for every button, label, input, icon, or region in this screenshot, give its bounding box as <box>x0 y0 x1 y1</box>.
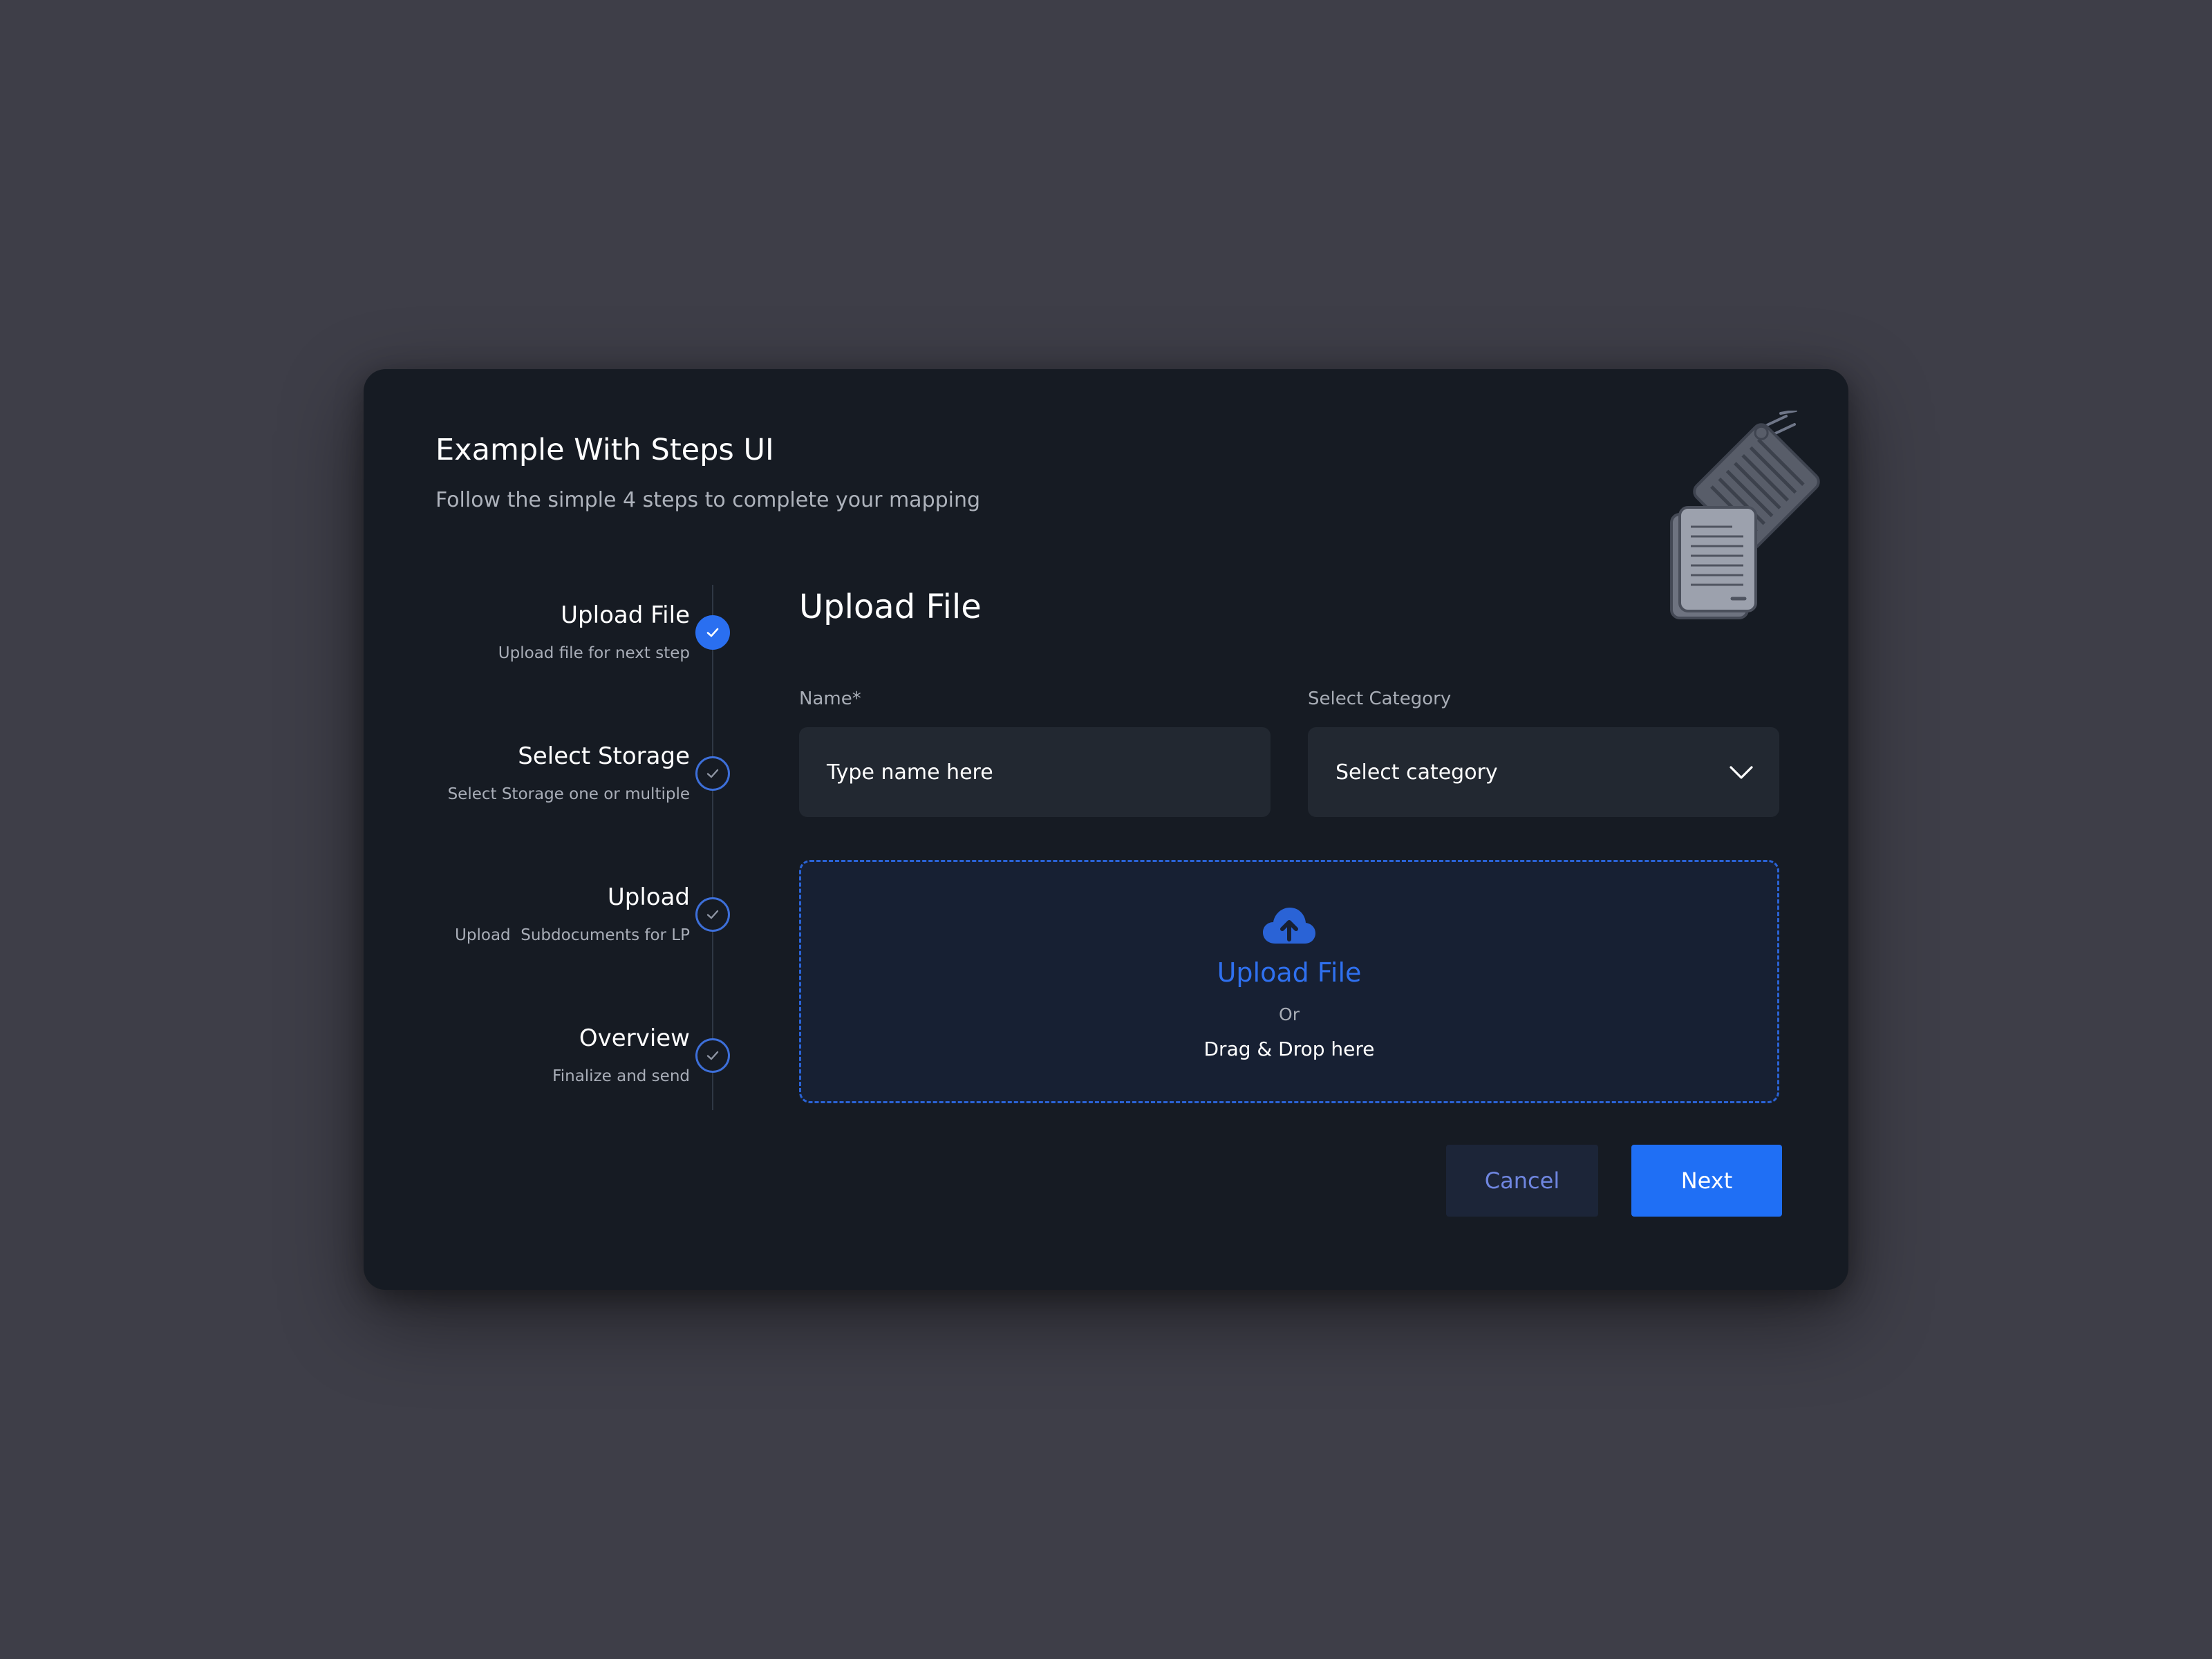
step-check-icon <box>695 1038 730 1073</box>
name-input[interactable]: Type name here <box>799 727 1271 817</box>
step-description: Upload file for next step <box>498 644 690 662</box>
step-title: Select Storage <box>518 742 690 770</box>
section-title: Upload File <box>799 588 982 626</box>
step-overview[interactable]: Overview Finalize and send <box>364 1024 751 1121</box>
steps-modal: Example With Steps UI Follow the simple … <box>364 369 1848 1290</box>
cloud-upload-icon <box>1263 908 1315 944</box>
dropzone-hint: Drag & Drop here <box>1203 1038 1375 1060</box>
step-title: Overview <box>579 1024 690 1052</box>
category-select[interactable]: Select category <box>1308 727 1779 817</box>
chevron-down-icon <box>1730 766 1753 779</box>
cancel-button[interactable]: Cancel <box>1446 1145 1598 1217</box>
documents-illustration <box>1670 411 1820 619</box>
step-title: Upload File <box>561 601 690 629</box>
step-select-storage[interactable]: Select Storage Select Storage one or mul… <box>364 742 751 839</box>
step-description: Select Storage one or multiple <box>447 785 690 803</box>
step-upload-file[interactable]: Upload File Upload file for next step <box>364 601 751 698</box>
modal-title: Example With Steps UI <box>435 433 774 467</box>
step-check-icon <box>695 615 730 650</box>
name-field-label: Name* <box>799 688 861 709</box>
dropzone-upload-label[interactable]: Upload File <box>801 957 1777 988</box>
step-check-icon <box>695 897 730 932</box>
modal-subtitle: Follow the simple 4 steps to complete yo… <box>435 488 981 512</box>
step-check-icon <box>695 756 730 791</box>
step-description: Upload Subdocuments for LP <box>455 926 690 944</box>
file-dropzone[interactable]: Upload File Or Drag & Drop here <box>799 860 1779 1103</box>
category-select-value: Select category <box>1335 760 1498 785</box>
dropzone-or-label: Or <box>1279 1004 1300 1024</box>
step-upload[interactable]: Upload Upload Subdocuments for LP <box>364 883 751 980</box>
next-button[interactable]: Next <box>1631 1145 1782 1217</box>
step-title: Upload <box>607 883 690 911</box>
step-description: Finalize and send <box>552 1067 690 1085</box>
category-field-label: Select Category <box>1308 688 1452 709</box>
